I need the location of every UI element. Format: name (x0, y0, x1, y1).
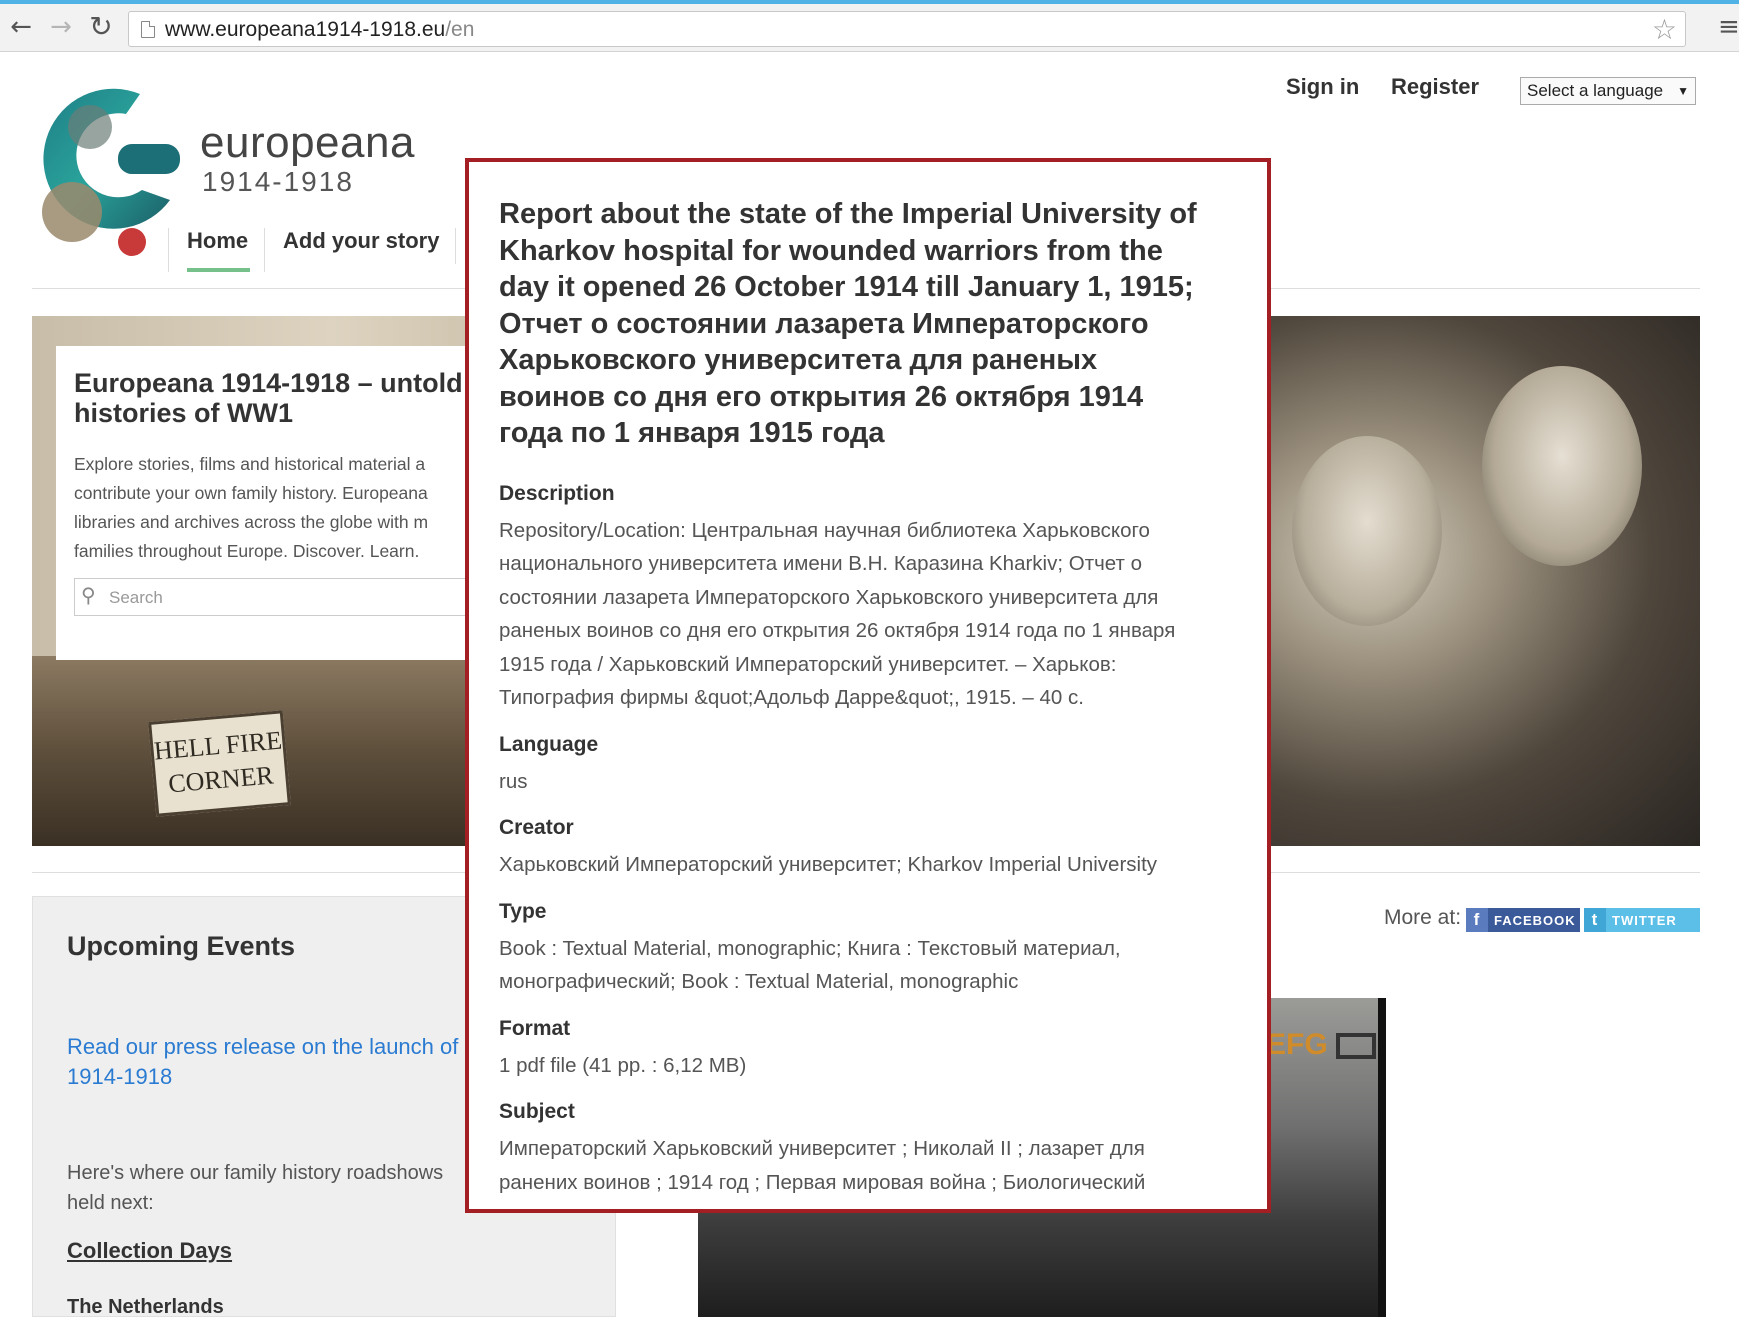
register-link[interactable]: Register (1391, 74, 1479, 100)
description-value: Repository/Location: Центральная научная… (499, 518, 1176, 710)
logo-years: 1914-1918 (202, 166, 354, 197)
nav-active-indicator (187, 268, 251, 272)
subject-field: Subject Императорский Харьковский универ… (499, 1100, 1237, 1199)
format-value: 1 pdf file (41 pp. : 6,12 MB) (499, 1053, 747, 1077)
search-placeholder: Search (109, 588, 163, 607)
item-detail-popup: Report about the state of the Imperial U… (465, 158, 1271, 1213)
efg-logo: EFG (1266, 1028, 1376, 1062)
type-label: Type (499, 899, 547, 923)
subject-value: Императорский Харьковский университет ; … (499, 1137, 1146, 1194)
nav-divider (455, 228, 456, 264)
url-text[interactable]: www.europeana1914-1918.eu/en (165, 18, 474, 42)
language-field: Language rus (499, 733, 1237, 799)
type-field: Type Book : Textual Material, monographi… (499, 900, 1237, 999)
hero-photo-sign: HELL FIRE CORNER (148, 710, 291, 817)
events-country: The Netherlands (67, 1296, 224, 1317)
twitter-button[interactable]: t TWITTER (1584, 908, 1700, 932)
more-at-label: More at: (1384, 906, 1462, 929)
search-icon: ⚲ (81, 583, 96, 607)
hero-card: Europeana 1914-1918 – untold histories o… (56, 346, 494, 660)
nav-home[interactable]: Home (168, 228, 266, 272)
page-icon (141, 21, 155, 38)
nav-home-label: Home (187, 228, 249, 253)
facebook-button[interactable]: f FACEBOOK (1466, 908, 1580, 932)
forward-arrow-icon[interactable]: → (46, 12, 76, 42)
description-field: Description Repository/Location: Централ… (499, 482, 1237, 715)
creator-field: Creator Харьковский Императорский универ… (499, 816, 1237, 882)
search-input[interactable]: ⚲ Search (74, 578, 494, 616)
bookmark-star-icon[interactable]: ☆ (1652, 13, 1677, 46)
facebook-icon: f (1466, 908, 1488, 932)
subject-label: Subject (499, 1100, 575, 1123)
browser-toolbar: ← → ↻ www.europeana1914-1918.eu/en ☆ ≡ (0, 0, 1739, 52)
hero-photo-face (1292, 436, 1442, 626)
address-bar[interactable]: www.europeana1914-1918.eu/en ☆ (128, 11, 1686, 47)
nav-add-your-story-label: Add your story (283, 228, 440, 253)
item-title: Report about the state of the Imperial U… (499, 198, 1197, 449)
format-field: Format 1 pdf file (41 pp. : 6,12 MB) (499, 1017, 1237, 1083)
language-label: Language (499, 732, 599, 756)
language-select-value: Select a language (1527, 81, 1664, 100)
language-select[interactable]: Select a language ▼ (1520, 77, 1696, 105)
hero-photo-girls (1232, 316, 1700, 846)
sign-in-link[interactable]: Sign in (1286, 74, 1359, 100)
description-label: Description (499, 481, 615, 505)
back-arrow-icon[interactable]: ← (6, 12, 36, 42)
hero-title: Europeana 1914-1918 – untold histories o… (74, 368, 463, 428)
browser-menu-icon[interactable]: ≡ (1718, 12, 1739, 42)
dropdown-arrow-icon: ▼ (1677, 84, 1689, 98)
format-label: Format (499, 1016, 571, 1040)
type-value: Book : Textual Material, monographic; Кн… (499, 936, 1121, 994)
twitter-icon: t (1584, 908, 1606, 932)
creator-value: Харьковский Императорский университет; K… (499, 853, 1158, 876)
hero-photo-face (1482, 366, 1642, 566)
nav-add-your-story[interactable]: Add your story (264, 228, 457, 272)
language-value: rus (499, 769, 528, 793)
collection-days-link[interactable]: Collection Days (67, 1238, 581, 1264)
logo-wordmark[interactable]: europeana (200, 118, 415, 168)
reload-icon[interactable]: ↻ (86, 12, 116, 42)
hero-description: Explore stories, films and historical ma… (74, 454, 429, 561)
creator-label: Creator (499, 816, 574, 839)
